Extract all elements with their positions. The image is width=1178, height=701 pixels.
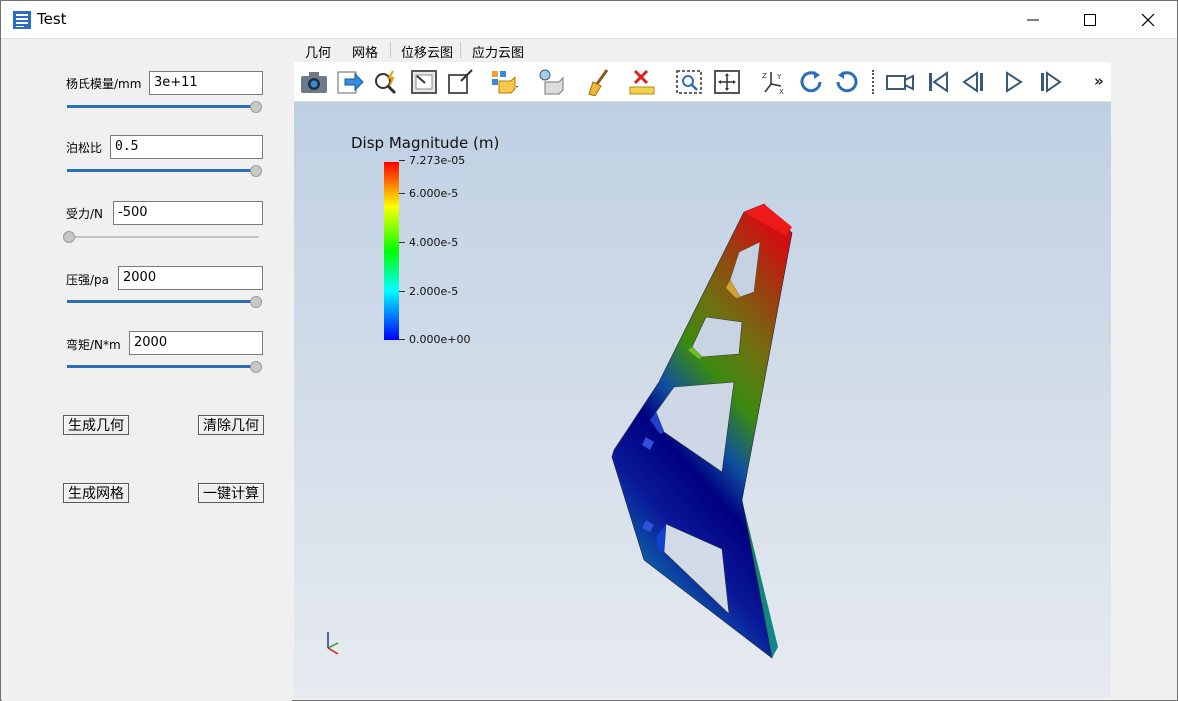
bending-moment-input[interactable]: 2000 bbox=[129, 331, 263, 355]
generate-geometry-button[interactable]: 生成几何 bbox=[63, 415, 129, 435]
next-frame-icon[interactable] bbox=[1034, 67, 1066, 97]
force-slider[interactable] bbox=[63, 230, 262, 244]
toolbar-overflow-button[interactable]: » bbox=[1094, 72, 1104, 90]
tab-stress-contour[interactable]: 应力云图 bbox=[472, 40, 524, 62]
first-frame-icon[interactable] bbox=[922, 67, 954, 97]
rotate-cw-icon[interactable] bbox=[795, 67, 827, 97]
previous-frame-icon[interactable] bbox=[958, 67, 990, 97]
tab-displacement-contour[interactable]: 位移云图 bbox=[401, 40, 453, 62]
minimize-icon bbox=[1027, 19, 1039, 21]
poisson-ratio-slider[interactable] bbox=[67, 164, 262, 178]
generate-mesh-button[interactable]: 生成网格 bbox=[63, 483, 129, 503]
window-title: Test bbox=[37, 10, 67, 28]
pressure-input[interactable]: 2000 bbox=[118, 266, 263, 290]
force-input[interactable]: -500 bbox=[113, 201, 263, 225]
svg-text:Z: Z bbox=[762, 72, 767, 80]
youngs-modulus-label: 杨氏模量/mm bbox=[66, 77, 142, 91]
title-bar: Test bbox=[1, 1, 1177, 39]
pan-fit-icon[interactable] bbox=[711, 67, 743, 97]
delete-ruler-icon[interactable] bbox=[626, 67, 658, 97]
play-icon[interactable] bbox=[997, 67, 1029, 97]
slider-thumb[interactable] bbox=[63, 231, 75, 243]
tab-geometry[interactable]: 几何 bbox=[305, 40, 331, 62]
video-camera-icon[interactable] bbox=[884, 67, 916, 97]
fem-model[interactable] bbox=[294, 102, 1111, 698]
youngs-modulus-input[interactable]: 3e+11 bbox=[149, 71, 263, 95]
render-viewport[interactable]: Disp Magnitude (m) 7.273e-05 6.000e-5 4.… bbox=[294, 102, 1111, 698]
view-tabs: 几何 网格 位移云图 应力云图 bbox=[294, 40, 1111, 62]
zoom-to-box-icon[interactable] bbox=[444, 67, 476, 97]
close-button[interactable] bbox=[1119, 1, 1177, 39]
clear-icon[interactable] bbox=[582, 67, 614, 97]
clear-geometry-button[interactable]: 清除几何 bbox=[198, 415, 264, 435]
maximize-button[interactable] bbox=[1061, 1, 1119, 39]
toolbar: Y Z X » bbox=[294, 62, 1111, 102]
slider-thumb[interactable] bbox=[250, 361, 262, 373]
pressure-slider[interactable] bbox=[67, 295, 262, 309]
pressure-label: 压强/pa bbox=[66, 273, 110, 287]
representation-icon[interactable] bbox=[488, 67, 520, 97]
close-icon bbox=[1141, 13, 1155, 27]
app-window: Test 杨氏模量/mm 3e+11 泊松比 0.5 受力/N -500 压强/… bbox=[0, 0, 1178, 701]
minimize-button[interactable] bbox=[1004, 1, 1062, 39]
bending-moment-label: 弯矩/N*m bbox=[66, 338, 121, 352]
tab-mesh[interactable]: 网格 bbox=[352, 40, 378, 62]
light-icon[interactable] bbox=[536, 67, 568, 97]
maximize-icon bbox=[1084, 14, 1096, 26]
rotate-ccw-icon[interactable] bbox=[831, 67, 863, 97]
app-icon bbox=[13, 11, 31, 29]
youngs-modulus-slider[interactable] bbox=[67, 100, 262, 114]
svg-text:X: X bbox=[779, 88, 784, 96]
reset-camera-icon[interactable] bbox=[408, 67, 440, 97]
export-icon[interactable] bbox=[334, 67, 366, 97]
force-label: 受力/N bbox=[66, 207, 104, 221]
slider-thumb[interactable] bbox=[250, 101, 262, 113]
svg-text:Y: Y bbox=[776, 73, 782, 81]
axes-orientation-icon[interactable]: Y Z X bbox=[758, 67, 790, 97]
camera-icon[interactable] bbox=[298, 67, 330, 97]
poisson-ratio-input[interactable]: 0.5 bbox=[110, 135, 263, 159]
zoom-query-icon[interactable] bbox=[370, 67, 402, 97]
parameter-panel: 杨氏模量/mm 3e+11 泊松比 0.5 受力/N -500 压强/pa 20… bbox=[2, 40, 292, 701]
bending-moment-slider[interactable] bbox=[67, 360, 262, 374]
slider-thumb[interactable] bbox=[250, 296, 262, 308]
poisson-ratio-label: 泊松比 bbox=[66, 141, 103, 155]
slider-thumb[interactable] bbox=[250, 165, 262, 177]
one-click-compute-button[interactable]: 一键计算 bbox=[198, 483, 264, 503]
select-zoom-icon[interactable] bbox=[673, 67, 705, 97]
